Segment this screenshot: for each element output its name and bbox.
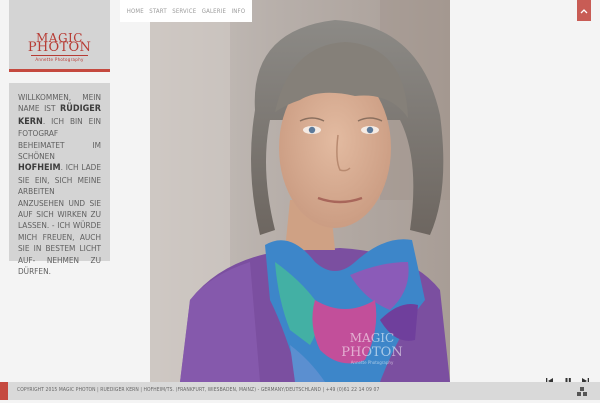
logo-text-photon: Photon	[27, 40, 92, 55]
main-nav: Home Start Service Galerie Info	[120, 0, 252, 22]
collapse-button[interactable]	[577, 0, 591, 21]
footer-copyright: Copyright 2015 Magic Photon | Ruediger K…	[17, 387, 380, 393]
grid-icon[interactable]	[575, 384, 589, 398]
nav-item-info[interactable]: Info	[232, 8, 246, 15]
intro-text-3: . Ich lade Sie ein, sich meine Arbeiten …	[18, 162, 101, 277]
footer: Copyright 2015 Magic Photon | Ruediger K…	[0, 382, 600, 400]
chevron-up-icon	[580, 8, 588, 13]
watermark-sub: Annette Photography	[351, 360, 394, 365]
watermark-line2: Photon	[341, 345, 402, 360]
nav-item-galerie[interactable]: Galerie	[202, 8, 226, 15]
logo-rule	[31, 55, 88, 56]
nav-item-home[interactable]: Home	[127, 8, 144, 15]
hero-photo: Magic Photon Annette Photography	[150, 0, 450, 382]
site-logo[interactable]: Magic Photon Annette Photography	[9, 0, 110, 72]
logo-subtitle: Annette Photography	[35, 57, 84, 62]
footer-accent	[0, 382, 8, 400]
intro-place: Hofheim	[18, 163, 61, 174]
skip-forward-icon[interactable]	[580, 370, 590, 384]
portrait-image: Magic Photon Annette Photography	[150, 0, 450, 382]
slideshow-controls	[545, 369, 590, 384]
intro-panel: Willkommen, mein Name ist Rüdiger Kern. …	[9, 83, 110, 276]
skip-back-icon[interactable]	[545, 370, 555, 384]
watermark-line1: Magic	[350, 331, 394, 345]
nav-item-service[interactable]: Service	[172, 8, 196, 15]
nav-item-start[interactable]: Start	[149, 8, 167, 15]
pause-icon[interactable]	[563, 370, 573, 384]
